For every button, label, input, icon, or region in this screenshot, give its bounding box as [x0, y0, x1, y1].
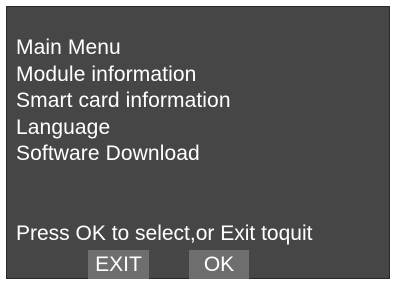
instruction-text: Press OK to select,or Exit toquit [16, 222, 313, 245]
main-menu-list: Main Menu Module information Smart card … [16, 35, 231, 168]
menu-title: Main Menu [16, 36, 121, 59]
menu-item-module-information[interactable]: Module information [16, 62, 231, 89]
exit-button[interactable]: EXIT [88, 250, 149, 279]
menu-item-software-download[interactable]: Software Download [16, 141, 231, 168]
menu-screen: Main Menu Module information Smart card … [6, 6, 390, 279]
menu-item-smart-card-information[interactable]: Smart card information [16, 88, 231, 115]
menu-item-language[interactable]: Language [16, 115, 231, 142]
ok-button[interactable]: OK [189, 250, 249, 279]
